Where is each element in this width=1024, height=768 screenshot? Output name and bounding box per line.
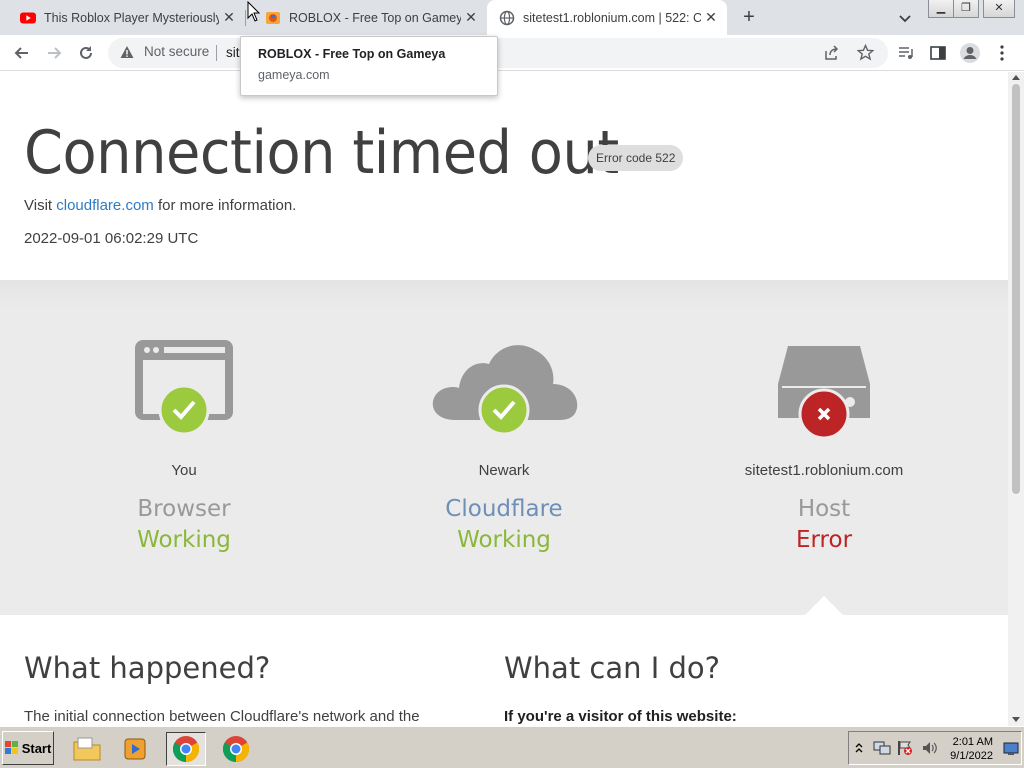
error-timestamp: 2022-09-01 06:02:29 UTC <box>24 230 199 247</box>
restore-button[interactable]: ❐ <box>953 0 979 18</box>
scroll-thumb[interactable] <box>1012 84 1020 494</box>
node-location: sitetest1.roblonium.com <box>744 462 904 479</box>
explanation-section: What happened? The initial connection be… <box>0 615 1008 726</box>
node-status: Working <box>457 527 551 553</box>
kebab-menu-icon[interactable] <box>995 44 1009 62</box>
volume-icon[interactable] <box>921 740 939 756</box>
node-cloudflare: Newark Cloudflare Working <box>344 280 664 615</box>
node-status: Working <box>137 527 231 553</box>
back-arrow-icon <box>14 47 28 59</box>
close-tab-icon[interactable]: ✕ <box>461 9 481 26</box>
tooltip-title: ROBLOX - Free Top on Gameya <box>258 47 446 61</box>
cloudflare-link[interactable]: cloudflare.com <box>56 197 154 214</box>
node-status: Error <box>795 527 853 553</box>
media-player-icon <box>124 738 146 760</box>
network-icon[interactable] <box>873 740 891 756</box>
globe-icon <box>499 10 515 25</box>
error-header: Connection timed out Error code 522 Visi… <box>0 72 1008 280</box>
bookmark-star-icon[interactable] <box>857 44 874 61</box>
taskbar-media-player[interactable] <box>115 732 155 766</box>
chrome-icon <box>222 736 250 763</box>
start-label: Start <box>21 740 52 756</box>
url-text[interactable]: sit <box>226 45 240 60</box>
close-tab-icon[interactable]: ✕ <box>701 9 721 26</box>
close-window-button[interactable]: ✕ <box>983 0 1015 18</box>
forward-button[interactable] <box>42 41 66 65</box>
side-panel-icon[interactable] <box>929 44 947 62</box>
page-title: Connection timed out <box>24 118 619 188</box>
gameya-icon <box>266 11 280 24</box>
what-happened-text: The initial connection between Cloudflar… <box>24 708 420 725</box>
new-tab-button[interactable]: + <box>738 6 760 28</box>
security-label: Not secure <box>144 44 210 59</box>
server-icon <box>778 346 870 440</box>
node-role: Browser <box>137 496 231 522</box>
node-location: You <box>171 462 197 479</box>
tab-search-chevron-icon[interactable] <box>895 8 915 28</box>
system-tray: 2:01 AM 9/1/2022 <box>848 731 1022 765</box>
media-controls-icon[interactable] <box>897 44 915 62</box>
tab-gameya[interactable]: ROBLOX - Free Top on Gameya ✕ <box>245 0 487 35</box>
omnibox-separator <box>216 45 217 61</box>
close-tab-icon[interactable]: ✕ <box>219 9 239 26</box>
warning-icon <box>120 45 134 58</box>
taskbar-explorer[interactable] <box>67 732 107 766</box>
action-center-flag-icon[interactable] <box>896 740 914 756</box>
reload-icon <box>80 46 92 59</box>
page-scrollbar[interactable] <box>1008 72 1024 726</box>
what-can-i-do-heading: What can I do? <box>504 651 721 685</box>
taskbar-chrome[interactable] <box>216 732 256 766</box>
node-host: sitetest1.roblonium.com Host Error <box>664 280 984 615</box>
tooltip-domain: gameya.com <box>258 68 330 82</box>
connection-diagram: You Browser Working Newark Cloudflare Wo… <box>0 280 1008 616</box>
minimize-button[interactable]: ▁ <box>928 0 954 18</box>
tab-title: sitetest1.roblonium.com | 522: Co <box>523 10 701 25</box>
reload-button[interactable] <box>74 41 98 65</box>
back-button[interactable] <box>10 41 34 65</box>
tab-title: This Roblox Player Mysteriously D <box>44 10 219 25</box>
folder-icon <box>73 737 101 761</box>
clock-date: 9/1/2022 <box>950 750 993 762</box>
node-browser: You Browser Working <box>24 280 344 615</box>
node-location: Newark <box>478 462 530 479</box>
start-button[interactable]: Start <box>2 731 54 765</box>
visit-suffix: for more information. <box>153 197 297 214</box>
visit-prefix: Visit <box>24 197 57 214</box>
scroll-up-arrow-icon[interactable] <box>1012 75 1020 80</box>
node-role: Host <box>797 496 851 522</box>
taskbar-clock[interactable]: 2:01 AM 9/1/2022 <box>950 735 993 763</box>
error-code-badge: Error code 522 <box>588 145 684 171</box>
windows-taskbar: Start 2:01 AM 9/1/2022 <box>0 726 1024 768</box>
tab-hover-tooltip: ROBLOX - Free Top on Gameya gameya.com <box>240 36 498 96</box>
tab-strip: This Roblox Player Mysteriously D ✕ ROBL… <box>0 0 1024 35</box>
taskbar-chrome-active[interactable] <box>166 732 206 766</box>
browser-toolbar: Not secure sit <box>0 35 1024 71</box>
visitor-subheading: If you're a visitor of this website: <box>504 708 737 725</box>
tab-youtube[interactable]: This Roblox Player Mysteriously D ✕ <box>0 0 245 35</box>
security-chip[interactable]: Not secure <box>120 44 209 59</box>
scroll-down-arrow-icon[interactable] <box>1012 717 1020 722</box>
mouse-cursor-icon <box>247 1 261 22</box>
show-desktop-icon[interactable] <box>1003 742 1019 756</box>
visit-line: Visit cloudflare.com for more informatio… <box>24 197 296 214</box>
youtube-icon <box>20 12 36 23</box>
windows-flag-icon <box>4 741 18 754</box>
what-happened-heading: What happened? <box>24 651 271 685</box>
share-icon[interactable] <box>824 45 840 61</box>
tab-title: ROBLOX - Free Top on Gameya <box>289 10 461 25</box>
profile-avatar-icon[interactable] <box>959 42 981 64</box>
host-caret-pointer <box>804 596 844 616</box>
chrome-icon <box>172 736 200 763</box>
show-hidden-icons-icon[interactable] <box>855 742 863 754</box>
cloud-icon <box>432 345 578 436</box>
forward-arrow-icon <box>48 47 62 59</box>
clock-time: 2:01 AM <box>952 736 993 748</box>
page-viewport: Connection timed out Error code 522 Visi… <box>0 72 1008 726</box>
browser-window-icon <box>135 340 233 436</box>
node-role: Cloudflare <box>445 496 563 522</box>
omnibox[interactable]: Not secure sit <box>108 38 888 68</box>
tab-active[interactable]: sitetest1.roblonium.com | 522: Co ✕ <box>487 0 727 35</box>
